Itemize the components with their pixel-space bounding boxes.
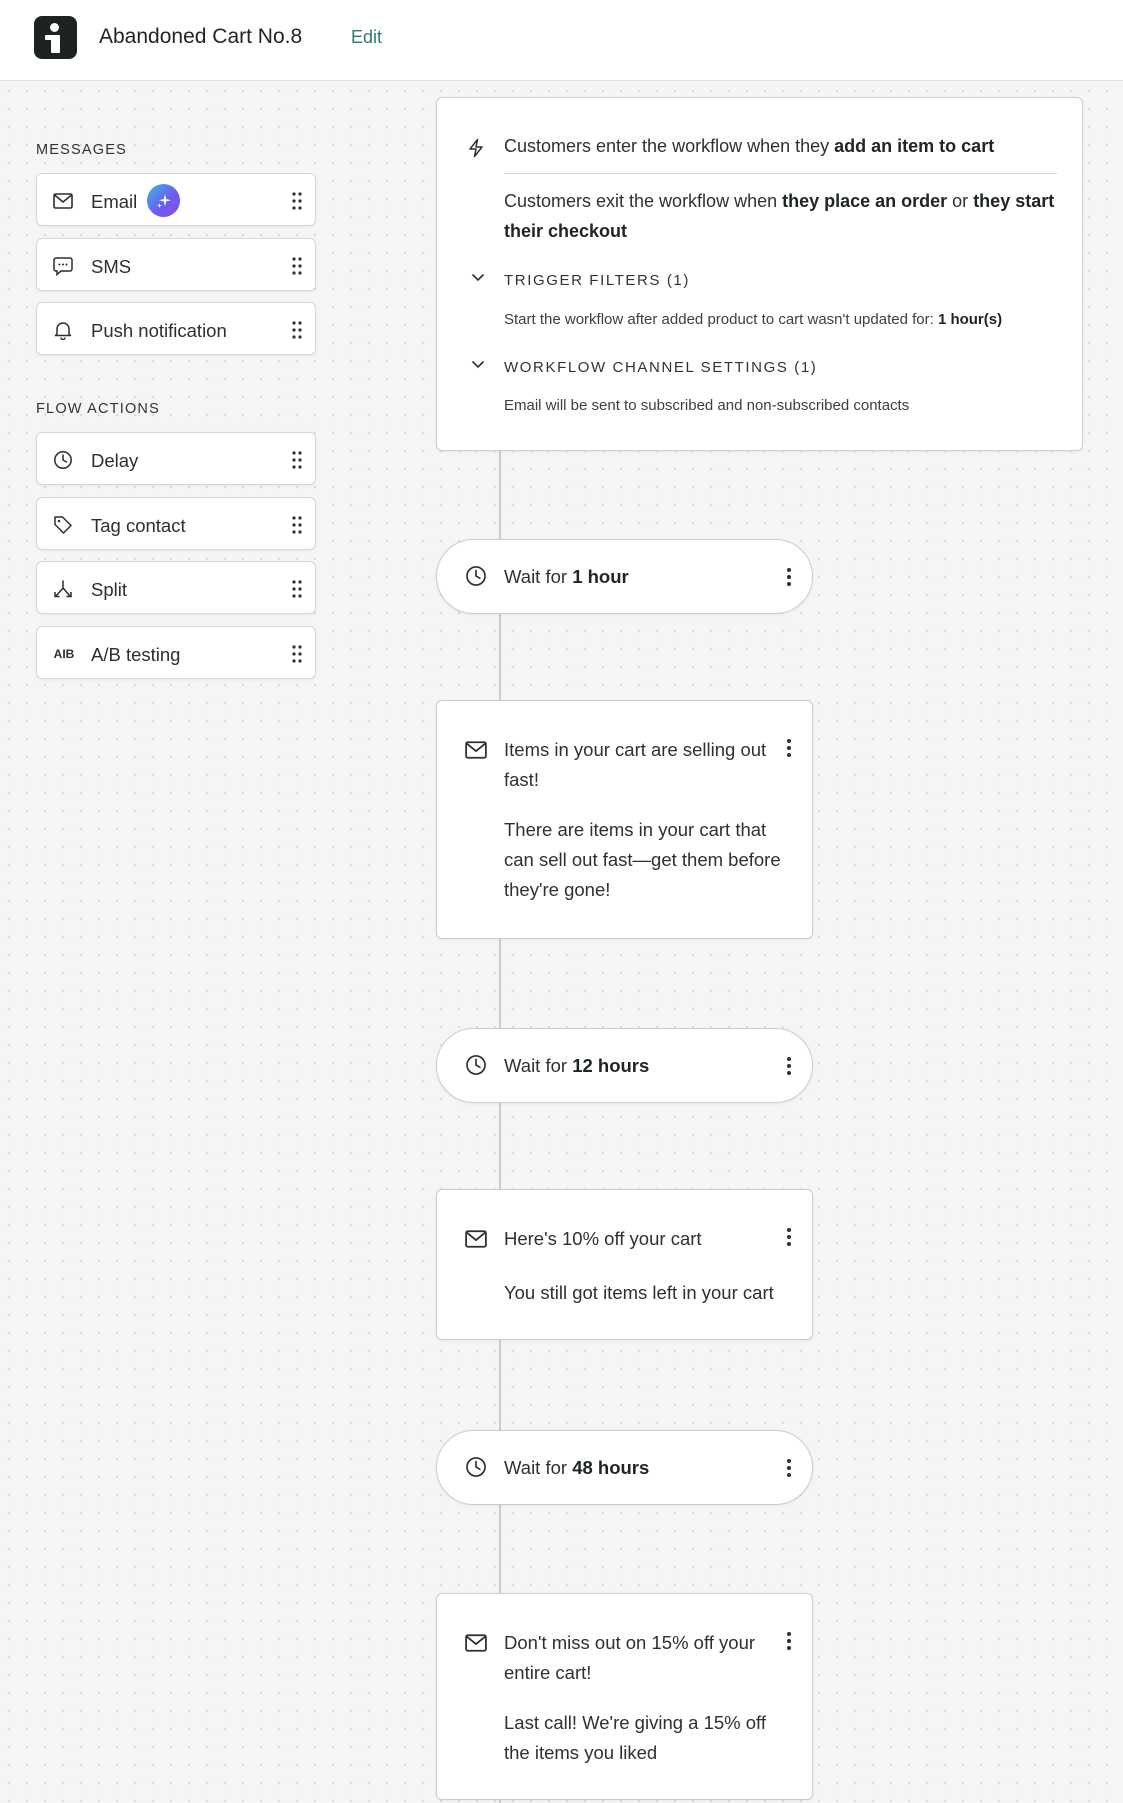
ab-test-icon: AIB — [53, 647, 75, 661]
wait-step[interactable]: Wait for 48 hours — [436, 1430, 813, 1505]
clock-icon — [466, 1055, 486, 1075]
mail-icon — [465, 741, 487, 759]
email-subject: Here's 10% off your cart — [504, 1228, 702, 1249]
flow-connector — [499, 939, 501, 1028]
mail-icon — [465, 1634, 487, 1652]
ai-sparkle-icon — [147, 184, 180, 217]
drag-handle-icon[interactable] — [291, 515, 303, 535]
palette-item-push-notification[interactable]: Push notification — [36, 302, 316, 355]
palette-item-email[interactable]: Email — [36, 173, 316, 226]
trigger-filters-toggle[interactable]: TRIGGER FILTERS (1) — [504, 272, 690, 289]
drag-handle-icon[interactable] — [291, 191, 303, 211]
wait-step-label: Wait for 12 hours — [504, 1055, 650, 1076]
divider — [504, 173, 1057, 174]
email-subject: Items in your cart are selling out fast! — [504, 739, 767, 790]
email-preview-text: Last call! We're giving a 15% off the it… — [504, 1712, 766, 1763]
palette-item-delay[interactable]: Delay — [36, 432, 316, 485]
mail-icon — [52, 190, 74, 212]
flow-connector — [499, 1340, 501, 1430]
palette-item-label: Delay — [91, 450, 139, 471]
palette-item-label: Email — [91, 191, 138, 212]
email-step[interactable]: Items in your cart are selling out fast!… — [436, 700, 813, 939]
wait-step-label: Wait for 1 hour — [504, 566, 629, 587]
workflow-title: Abandoned Cart No.8 — [99, 25, 303, 48]
trigger-filters-description: Start the workflow after added product t… — [504, 311, 1003, 328]
more-options-icon[interactable] — [779, 1456, 799, 1480]
palette-item-label: SMS — [91, 256, 132, 277]
wait-step[interactable]: Wait for 1 hour — [436, 539, 813, 614]
flow-actions-heading: FLOW ACTIONS — [36, 401, 160, 417]
more-options-icon[interactable] — [779, 1225, 799, 1249]
flow-connector — [499, 1103, 501, 1189]
drag-handle-icon[interactable] — [291, 579, 303, 599]
drag-handle-icon[interactable] — [291, 644, 303, 664]
lightning-icon — [469, 138, 483, 158]
more-options-icon[interactable] — [779, 1054, 799, 1078]
chevron-down-icon[interactable] — [471, 273, 485, 282]
more-options-icon[interactable] — [779, 1629, 799, 1653]
tag-icon — [52, 514, 74, 536]
split-icon — [52, 578, 74, 600]
palette-item-sms[interactable]: SMS — [36, 238, 316, 291]
channel-settings-description: Email will be sent to subscribed and non… — [504, 397, 910, 414]
trigger-enter-text: Customers enter the workflow when they a… — [504, 136, 995, 156]
email-step[interactable]: Don't miss out on 15% off your entire ca… — [436, 1593, 813, 1800]
wait-step[interactable]: Wait for 12 hours — [436, 1028, 813, 1103]
drag-handle-icon[interactable] — [291, 256, 303, 276]
flow-connector — [499, 1505, 501, 1593]
clock-icon — [52, 449, 74, 471]
top-bar: Abandoned Cart No.8 Edit — [0, 0, 1123, 81]
app-logo — [34, 16, 77, 59]
palette-item-ab-testing[interactable]: AIB A/B testing — [36, 626, 316, 679]
email-step[interactable]: Here's 10% off your cart You still got i… — [436, 1189, 813, 1340]
palette-item-tag-contact[interactable]: Tag contact — [36, 497, 316, 550]
clock-icon — [466, 1457, 486, 1477]
palette-item-label: Push notification — [91, 320, 227, 341]
email-preview-text: There are items in your cart that can se… — [504, 819, 781, 900]
chevron-down-icon[interactable] — [471, 360, 485, 369]
mail-icon — [465, 1230, 487, 1248]
palette-item-label: A/B testing — [91, 644, 181, 665]
more-options-icon[interactable] — [779, 565, 799, 589]
clock-icon — [466, 566, 486, 586]
drag-handle-icon[interactable] — [291, 450, 303, 470]
email-preview-text: You still got items left in your cart — [504, 1282, 774, 1303]
channel-settings-toggle[interactable]: WORKFLOW CHANNEL SETTINGS (1) — [504, 359, 817, 376]
email-subject: Don't miss out on 15% off your entire ca… — [504, 1632, 756, 1683]
wait-step-label: Wait for 48 hours — [504, 1457, 650, 1478]
flow-connector — [499, 451, 501, 539]
trigger-exit-text: Customers exit the workflow when they pl… — [504, 191, 1055, 241]
messages-heading: MESSAGES — [36, 142, 127, 158]
palette-item-label: Split — [91, 579, 127, 600]
edit-title-link[interactable]: Edit — [351, 27, 382, 48]
workflow-trigger-card[interactable]: Customers enter the workflow when they a… — [436, 97, 1083, 451]
flow-connector — [499, 614, 501, 700]
palette-item-label: Tag contact — [91, 515, 186, 536]
bell-icon — [52, 319, 74, 341]
more-options-icon[interactable] — [779, 736, 799, 760]
drag-handle-icon[interactable] — [291, 320, 303, 340]
palette-item-split[interactable]: Split — [36, 561, 316, 614]
chat-bubble-icon — [52, 255, 74, 277]
